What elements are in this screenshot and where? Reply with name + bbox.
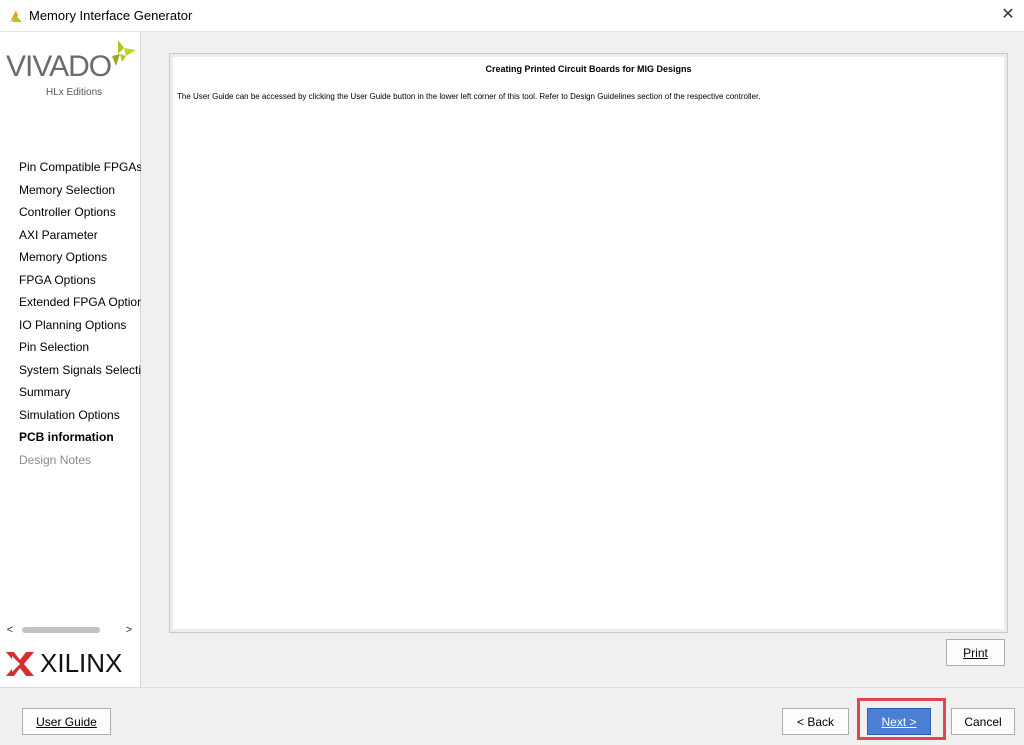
scroll-right-icon[interactable]: > [123, 623, 135, 637]
user-guide-label: User Guide [36, 715, 97, 729]
print-label: Print [963, 646, 988, 660]
xilinx-logo: XILINX [4, 646, 139, 680]
back-button[interactable]: < Back [782, 708, 849, 735]
sidebar-item-controller-options[interactable]: Controller Options [0, 201, 141, 224]
vivado-logo-text: VIVADO [6, 50, 112, 83]
sidebar-item-pin-compatible-fpgas[interactable]: Pin Compatible FPGAs [0, 156, 141, 179]
scrollbar-thumb[interactable] [22, 627, 100, 633]
next-label: Next > [881, 715, 917, 729]
sidebar-item-fpga-options[interactable]: FPGA Options [0, 269, 141, 292]
xilinx-mark-icon [6, 652, 34, 676]
vivado-leaf-icon [112, 40, 136, 66]
sidebar-item-memory-options[interactable]: Memory Options [0, 246, 141, 269]
pcb-info-document: Creating Printed Circuit Boards for MIG … [169, 53, 1008, 633]
sidebar-item-memory-selection[interactable]: Memory Selection [0, 179, 141, 202]
sidebar-item-design-notes: Design Notes [19, 452, 92, 467]
sidebar-horizontal-scrollbar[interactable]: < > [4, 623, 135, 637]
back-label: < Back [796, 715, 835, 729]
sidebar-item-io-planning-options[interactable]: IO Planning Options [0, 314, 141, 337]
window-title: Memory Interface Generator [29, 8, 193, 23]
user-guide-button[interactable]: User Guide [22, 708, 111, 735]
xilinx-logo-text: XILINX [40, 648, 123, 678]
footer-divider [0, 687, 1024, 688]
print-button[interactable]: Print [946, 639, 1005, 666]
close-icon[interactable]: ✕ [998, 5, 1018, 25]
sidebar: VIVADO HLx Editions Pin Compatible FPGAs… [0, 32, 141, 687]
vivado-leaf-icon [10, 10, 22, 22]
sidebar-item-axi-parameter[interactable]: AXI Parameter [0, 224, 141, 247]
vivado-edition-text: HLx Editions [46, 87, 103, 98]
sidebar-item-system-signals-selection[interactable]: System Signals Selection [0, 359, 141, 382]
document-body-text: The User Guide can be accessed by clicki… [177, 92, 761, 101]
sidebar-item-extended-fpga-options[interactable]: Extended FPGA Options [0, 291, 141, 314]
document-heading: Creating Printed Circuit Boards for MIG … [485, 64, 692, 74]
scroll-left-icon[interactable]: < [4, 623, 16, 637]
cancel-button[interactable]: Cancel [951, 708, 1015, 735]
step-navigation: Pin Compatible FPGAs Memory Selection Co… [0, 156, 141, 471]
sidebar-item-pin-selection[interactable]: Pin Selection [0, 336, 141, 359]
sidebar-item-summary[interactable]: Summary [0, 381, 141, 404]
title-bar: Memory Interface Generator ✕ [0, 0, 1024, 32]
vivado-logo: VIVADO HLx Editions [4, 38, 139, 100]
next-button[interactable]: Next > [867, 708, 931, 735]
cancel-label: Cancel [964, 715, 1002, 729]
sidebar-item-pcb-information[interactable]: PCB information [0, 426, 141, 449]
sidebar-item-simulation-options[interactable]: Simulation Options [0, 404, 141, 427]
